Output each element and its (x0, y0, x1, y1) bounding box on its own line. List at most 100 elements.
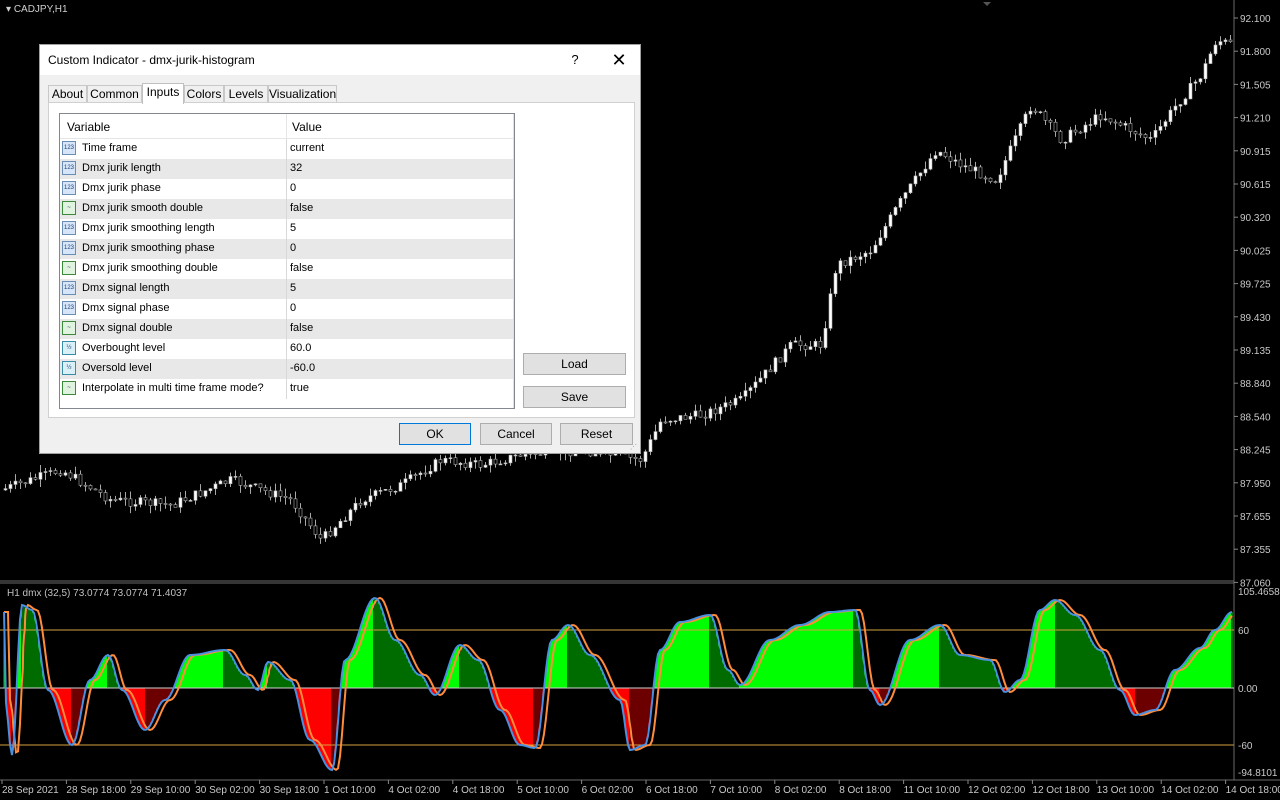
param-name: Dmx signal phase (82, 302, 170, 314)
param-row[interactable]: ~ Dmx jurik smooth double false (60, 199, 514, 219)
column-value[interactable]: Value (292, 120, 322, 134)
tab-levels[interactable]: Levels (224, 85, 268, 103)
boolean-type-icon: ~ (62, 381, 76, 395)
param-row[interactable]: ~ Dmx jurik smoothing double false (60, 259, 514, 279)
time-scale-label: 28 Sep 2021 (2, 785, 59, 796)
price-scale-label: 87.655 (1240, 512, 1271, 523)
tab-inputs[interactable]: Inputs (142, 83, 184, 104)
tab-colors[interactable]: Colors (184, 85, 224, 103)
param-value[interactable]: 60.0 (290, 342, 311, 354)
time-scale-label: 30 Sep 02:00 (195, 785, 255, 796)
close-icon[interactable]: ✕ (604, 47, 634, 73)
param-row[interactable]: ~ Interpolate in multi time frame mode? tr… (60, 379, 514, 399)
param-value[interactable]: 0 (290, 182, 296, 194)
cancel-button[interactable]: Cancel (480, 423, 552, 445)
param-name: Time frame (82, 142, 138, 154)
price-scale-label: 87.950 (1240, 479, 1271, 490)
param-name: Dmx jurik smoothing phase (82, 242, 215, 254)
integer-type-icon: 123 (62, 301, 76, 315)
grid-body: 123 Time frame current 123 Dmx jurik length 3… (60, 139, 514, 399)
inputs-panel: Variable Value 123 Time frame current 123 Dm… (48, 102, 635, 418)
param-value[interactable]: current (290, 142, 324, 154)
time-scale-label: 14 Oct 02:00 (1161, 785, 1219, 796)
price-scale-label: 90.320 (1240, 213, 1271, 224)
param-value[interactable]: false (290, 202, 313, 214)
indicator-scale-label: 0.00 (1238, 684, 1258, 695)
integer-type-icon: 123 (62, 281, 76, 295)
time-scale-label: 12 Oct 18:00 (1032, 785, 1090, 796)
save-button[interactable]: Save (523, 386, 626, 408)
symbol-text: CADJPY,H1 (13, 4, 68, 15)
indicator-scale-label: -94.8101 (1238, 768, 1278, 779)
param-name: Dmx signal length (82, 282, 170, 294)
param-row[interactable]: ½ Oversold level -60.0 (60, 359, 514, 379)
time-scale-label: 4 Oct 02:00 (388, 785, 440, 796)
time-scale-label: 5 Oct 10:00 (517, 785, 569, 796)
time-scale-label: 30 Sep 18:00 (260, 785, 320, 796)
time-scale-label: 8 Oct 02:00 (775, 785, 827, 796)
param-value[interactable]: 32 (290, 162, 302, 174)
price-scale-label: 89.725 (1240, 280, 1271, 291)
time-scale-label: 11 Oct 10:00 (904, 785, 961, 796)
time-scale-label: 28 Sep 18:00 (66, 785, 126, 796)
time-scale-label: 14 Oct 18:00 (1226, 785, 1280, 796)
time-scale: 28 Sep 2021 28 Sep 18:00 29 Sep 10:00 30 Se… (1, 780, 1280, 796)
help-button[interactable]: ? (560, 49, 590, 71)
tab-visualization[interactable]: Visualization (268, 85, 337, 103)
param-row[interactable]: ~ Dmx signal double false (60, 319, 514, 339)
param-name: Dmx jurik smooth double (82, 202, 204, 214)
param-row[interactable]: ½ Overbought level 60.0 (60, 339, 514, 359)
price-scale-label: 88.840 (1240, 379, 1271, 390)
indicator-histogram (3, 598, 1233, 770)
param-value[interactable]: 0 (290, 242, 296, 254)
param-row[interactable]: 123 Dmx jurik smoothing length 5 (60, 219, 514, 239)
load-button[interactable]: Load (523, 353, 626, 375)
param-value[interactable]: 5 (290, 282, 296, 294)
indicator-scale-label: 105.4658 (1238, 587, 1280, 598)
ok-button[interactable]: OK (399, 423, 471, 445)
boolean-type-icon: ~ (62, 201, 76, 215)
param-row[interactable]: 123 Dmx signal phase 0 (60, 299, 514, 319)
tab-common[interactable]: Common (87, 85, 142, 103)
param-value[interactable]: 5 (290, 222, 296, 234)
reset-button[interactable]: Reset (560, 423, 633, 445)
indicator-scale: 105.4658 60 0.00 -60 -94.8101 (1238, 587, 1280, 779)
param-name: Interpolate in multi time frame mode? (82, 382, 264, 394)
time-scale-label: 13 Oct 10:00 (1097, 785, 1155, 796)
time-scale-label: 7 Oct 10:00 (710, 785, 762, 796)
double-type-icon: ½ (62, 361, 76, 375)
time-scale-label: 12 Oct 02:00 (968, 785, 1026, 796)
price-scale-label: 90.615 (1240, 180, 1271, 191)
column-variable[interactable]: Variable (67, 120, 110, 134)
indicator-scale-label: 60 (1238, 626, 1250, 637)
param-name: Dmx jurik smoothing double (82, 262, 218, 274)
dialog-title-bar[interactable]: Custom Indicator - dmx-jurik-histogram ?… (40, 45, 640, 75)
param-name: Dmx signal double (82, 322, 173, 334)
param-row[interactable]: 123 Dmx signal length 5 (60, 279, 514, 299)
double-type-icon: ½ (62, 341, 76, 355)
param-value[interactable]: false (290, 262, 313, 274)
integer-type-icon: 123 (62, 161, 76, 175)
time-scale-label: 1 Oct 10:00 (324, 785, 376, 796)
price-scale-label: 91.210 (1240, 114, 1271, 125)
param-value[interactable]: false (290, 322, 313, 334)
price-scale-label: 88.540 (1240, 412, 1271, 423)
param-row[interactable]: 123 Dmx jurik length 32 (60, 159, 514, 179)
param-row[interactable]: 123 Dmx jurik phase 0 (60, 179, 514, 199)
price-scale-label: 90.915 (1240, 147, 1271, 158)
indicator-scale-label: -60 (1238, 741, 1253, 752)
price-scale-label: 90.025 (1240, 246, 1271, 257)
price-scale-label: 91.800 (1240, 47, 1271, 58)
integer-type-icon: 123 (62, 181, 76, 195)
param-row[interactable]: 123 Dmx jurik smoothing phase 0 (60, 239, 514, 259)
param-name: Overbought level (82, 342, 166, 354)
integer-type-icon: 123 (62, 141, 76, 155)
tab-about[interactable]: About (48, 85, 87, 103)
time-scale-label: 4 Oct 18:00 (453, 785, 505, 796)
chart-symbol-label[interactable]: ▾ CADJPY,H1 (6, 4, 68, 15)
param-row[interactable]: 123 Time frame current (60, 139, 514, 159)
param-value[interactable]: true (290, 382, 309, 394)
param-value[interactable]: -60.0 (290, 362, 315, 374)
resize-grip-icon[interactable]: ⋰ (630, 443, 638, 451)
param-value[interactable]: 0 (290, 302, 296, 314)
